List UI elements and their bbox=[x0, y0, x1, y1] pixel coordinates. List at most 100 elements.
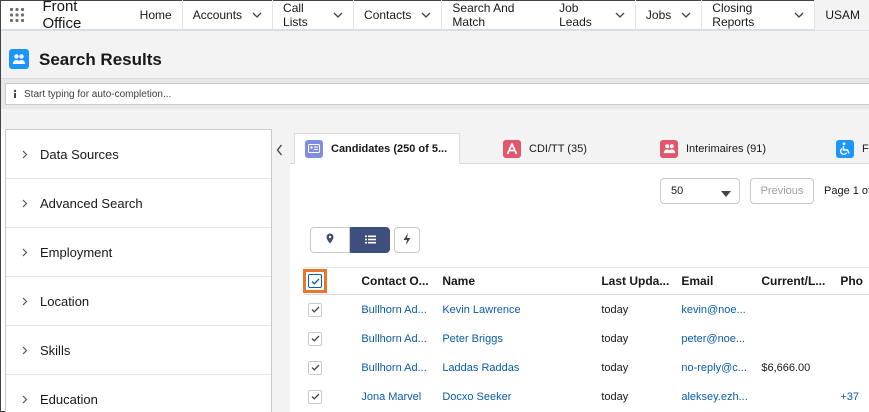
nav-item-jobs[interactable]: Jobs bbox=[634, 0, 701, 30]
chevron-right-icon bbox=[22, 150, 38, 159]
info-icon bbox=[6, 89, 24, 99]
chevron-right-icon bbox=[22, 395, 38, 404]
row-checkbox[interactable] bbox=[308, 389, 322, 404]
chevron-right-icon bbox=[22, 248, 38, 257]
view-toggle-group bbox=[310, 227, 420, 253]
map-view-button[interactable] bbox=[310, 227, 350, 253]
row-checkbox[interactable] bbox=[308, 331, 322, 346]
facet-panel: Data Sources Advanced Search Employment … bbox=[5, 129, 272, 412]
nav-item-label: Search And Match bbox=[452, 1, 515, 29]
page-indicator: Page 1 of bbox=[824, 185, 869, 197]
contact-owner-link[interactable]: Bullhorn Ad... bbox=[361, 333, 442, 345]
email-link[interactable]: kevin@noe... bbox=[681, 304, 761, 316]
app-name: Front Office bbox=[42, 0, 82, 32]
table-row: Jona Marvel Docxo Seeker today aleksey.e… bbox=[304, 382, 869, 411]
contact-owner-link[interactable]: Jona Marvel bbox=[361, 391, 442, 403]
phone-link[interactable]: +37 bbox=[840, 391, 869, 403]
nav-item-call-lists[interactable]: Call Lists bbox=[272, 0, 353, 30]
nav-item-usam[interactable]: USAM bbox=[814, 0, 869, 30]
results-tabs: Candidates (250 of 5... CDI/TT (35) Inte… bbox=[290, 129, 869, 164]
candidate-name-link[interactable]: Peter Briggs bbox=[442, 333, 601, 345]
row-select-cell bbox=[304, 360, 361, 375]
row-select-cell bbox=[304, 389, 361, 404]
chevron-down-icon[interactable] bbox=[615, 10, 625, 20]
chevron-right-icon bbox=[22, 297, 38, 306]
facet-location[interactable]: Location bbox=[6, 277, 271, 326]
column-header-last-updated[interactable]: Last Upda... bbox=[601, 274, 681, 288]
map-pin-icon bbox=[326, 233, 334, 247]
row-checkbox[interactable] bbox=[308, 360, 322, 375]
row-checkbox[interactable] bbox=[308, 302, 322, 317]
tab-label: CDI/TT (35) bbox=[529, 142, 587, 155]
results-content: 50 Previous Page 1 of Contact O... Name … bbox=[290, 165, 869, 412]
page-size-select[interactable]: 50 bbox=[660, 178, 740, 204]
facet-label: Employment bbox=[40, 244, 113, 260]
accessibility-icon bbox=[836, 139, 854, 158]
candidate-name-link[interactable]: Laddas Raddas bbox=[442, 362, 601, 374]
collapse-panel-chevron-left-icon[interactable] bbox=[273, 141, 285, 159]
nav-item-closing-reports[interactable]: Closing Reports bbox=[701, 0, 814, 30]
previous-button[interactable]: Previous bbox=[750, 178, 814, 204]
lightning-icon bbox=[403, 232, 411, 248]
chevron-down-icon[interactable] bbox=[333, 10, 343, 20]
row-select-cell bbox=[304, 302, 361, 317]
chevron-down-icon[interactable] bbox=[681, 10, 691, 20]
nav-item-home[interactable]: Home bbox=[129, 0, 182, 30]
column-header-email[interactable]: Email bbox=[681, 274, 761, 288]
table-row: Bullhorn Ad... Kevin Lawrence today kevi… bbox=[304, 295, 869, 324]
email-link[interactable]: peter@noe... bbox=[681, 333, 761, 345]
column-header-name[interactable]: Name bbox=[442, 274, 601, 288]
email-link[interactable]: no-reply@c... bbox=[681, 362, 761, 374]
chevron-down-icon[interactable] bbox=[794, 10, 804, 20]
nav-item-label: Contacts bbox=[364, 8, 412, 22]
last-updated-cell: today bbox=[601, 303, 629, 316]
tab-candidates[interactable]: Candidates (250 of 5... bbox=[294, 133, 460, 164]
last-updated-cell: today bbox=[601, 361, 629, 374]
column-header-contact-owner[interactable]: Contact O... bbox=[361, 274, 442, 288]
select-all-checkbox[interactable] bbox=[308, 274, 322, 288]
email-link[interactable]: aleksey.ezh... bbox=[681, 391, 761, 403]
chevron-down-icon[interactable] bbox=[421, 10, 431, 20]
current-cell: $6,666.00 bbox=[761, 361, 811, 374]
contact-owner-link[interactable]: Bullhorn Ad... bbox=[361, 362, 442, 374]
chevron-down-icon[interactable] bbox=[252, 10, 262, 20]
page-size-value: 50 bbox=[671, 185, 684, 197]
tab-interimaires[interactable]: Interimaires (91) bbox=[650, 133, 766, 164]
panel-divider bbox=[272, 129, 290, 412]
a-letter-icon bbox=[503, 139, 521, 158]
facet-advanced-search[interactable]: Advanced Search bbox=[6, 179, 271, 228]
nav-item-job-leads[interactable]: Job Leads bbox=[548, 0, 635, 30]
facet-employment[interactable]: Employment bbox=[6, 228, 271, 277]
page-title: Search Results bbox=[39, 50, 162, 69]
facet-label: Location bbox=[40, 293, 90, 309]
row-select-cell bbox=[304, 331, 361, 346]
contact-owner-link[interactable]: Bullhorn Ad... bbox=[361, 304, 442, 316]
quick-action-button[interactable] bbox=[394, 227, 420, 253]
facet-skills[interactable]: Skills bbox=[6, 326, 271, 375]
select-all-cell bbox=[303, 269, 361, 293]
tab-label: Fa bbox=[862, 142, 869, 155]
facet-data-sources[interactable]: Data Sources bbox=[6, 130, 271, 179]
column-header-current[interactable]: Current/L... bbox=[761, 274, 840, 288]
tab-fa[interactable]: Fa bbox=[826, 133, 869, 164]
people-icon bbox=[9, 49, 29, 69]
facet-label: Advanced Search bbox=[40, 195, 143, 211]
search-input[interactable] bbox=[24, 88, 424, 100]
candidate-name-link[interactable]: Docxo Seeker bbox=[442, 391, 601, 403]
nav-item-search-and-match[interactable]: Search And Match bbox=[441, 0, 548, 30]
candidate-name-link[interactable]: Kevin Lawrence bbox=[442, 304, 601, 316]
search-bar-container bbox=[1, 79, 869, 109]
results-panel: Candidates (250 of 5... CDI/TT (35) Inte… bbox=[290, 129, 869, 412]
last-updated-cell: today bbox=[601, 390, 629, 403]
nav-item-accounts[interactable]: Accounts bbox=[181, 0, 272, 30]
column-header-phone[interactable]: Pho bbox=[840, 274, 869, 288]
table-row: Bullhorn Ad... Peter Briggs today peter@… bbox=[304, 324, 869, 353]
nav-item-contacts[interactable]: Contacts bbox=[353, 0, 441, 30]
facet-education[interactable]: Education bbox=[6, 375, 271, 412]
chevron-right-icon bbox=[22, 346, 38, 355]
app-launcher-icon[interactable] bbox=[1, 0, 32, 30]
global-navigation: Front Office Home Accounts Call Lists Co… bbox=[1, 0, 869, 32]
list-view-button[interactable] bbox=[350, 227, 390, 253]
tab-cdi-tt[interactable]: CDI/TT (35) bbox=[493, 133, 587, 164]
search-bar bbox=[5, 83, 869, 105]
